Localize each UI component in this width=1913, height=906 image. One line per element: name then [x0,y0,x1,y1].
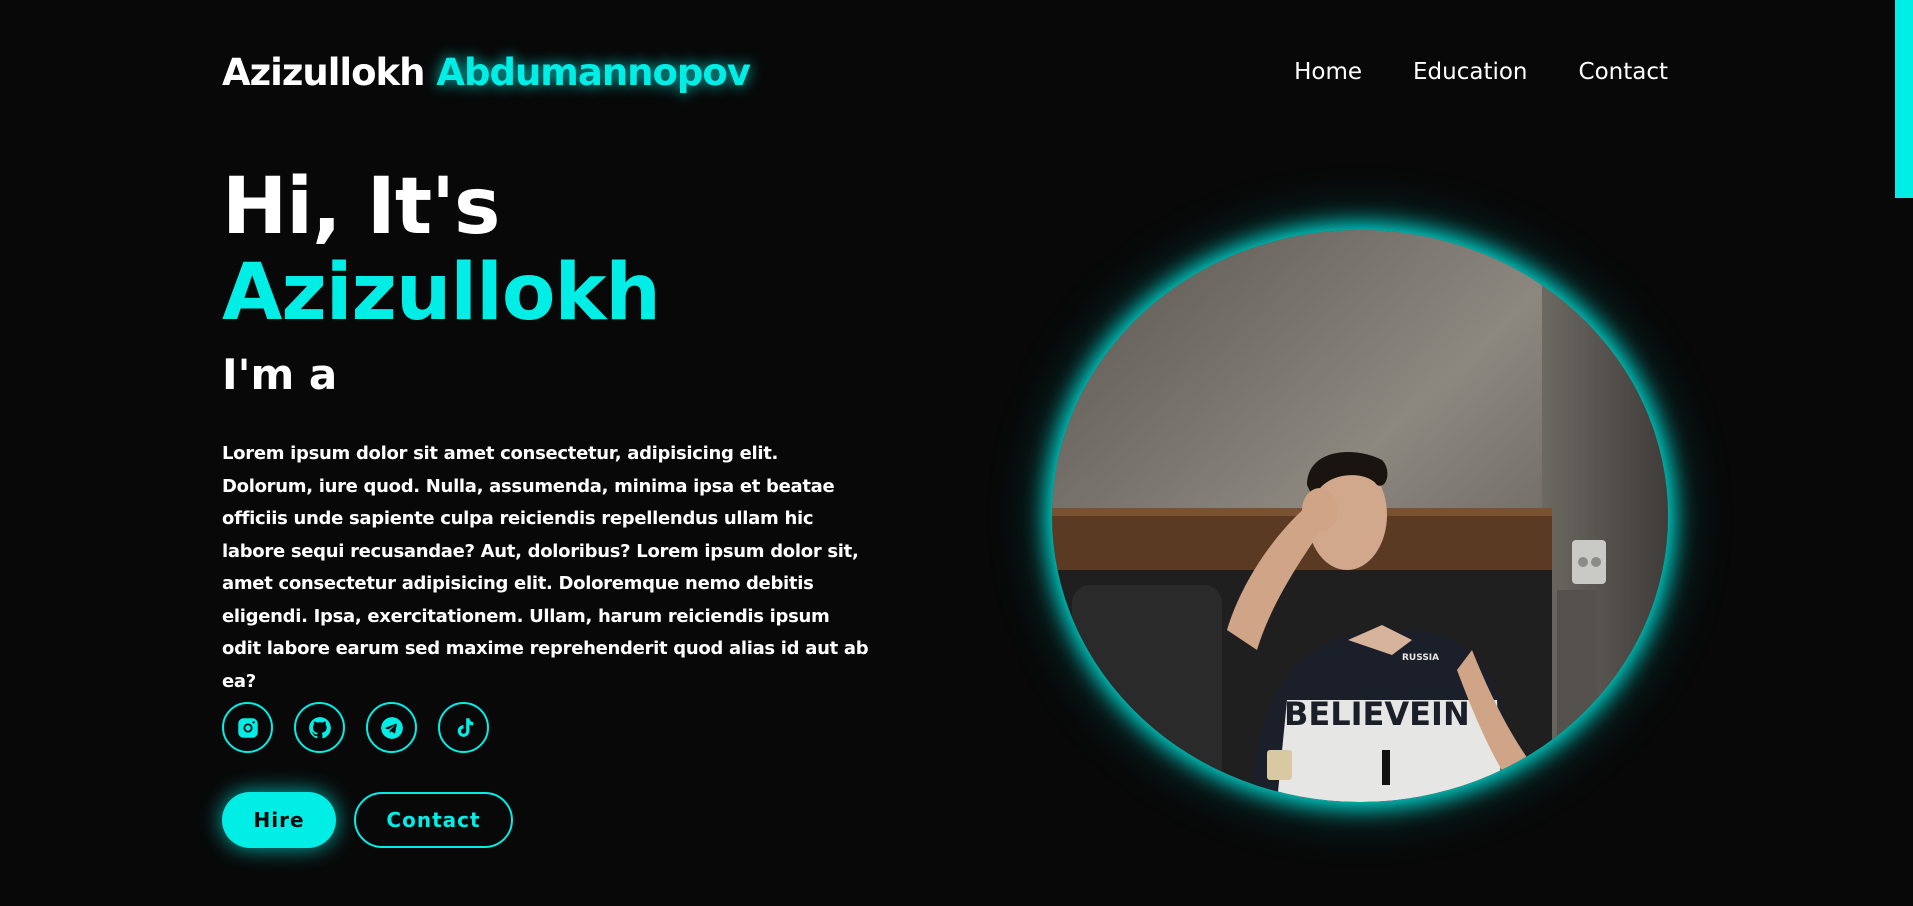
main-nav: Home Education Contact [1294,59,1668,85]
telegram-link[interactable] [366,702,417,753]
hero-name: Azizullokh [222,248,661,338]
nav-home[interactable]: Home [1294,59,1362,85]
shirt-badge: RUSSIA [1402,653,1439,663]
hire-button[interactable]: Hire [222,792,336,848]
logo-last-name: Abdumannopov [436,50,751,94]
hero-buttons: Hire Contact [222,792,513,848]
site-logo[interactable]: Azizullokh Abdumannopov [222,50,751,94]
instagram-link[interactable] [222,702,273,753]
nav-education[interactable]: Education [1413,59,1528,85]
tiktok-icon [457,717,473,737]
logo-first-name: Azizullokh [222,50,425,94]
tiktok-link[interactable] [438,702,489,753]
hero-text: Hi, It's Azizullokh I'm a Lorem ipsum do… [222,164,872,716]
profile-photo-illustration: BELIEVEIN RUSSIA [1052,230,1668,802]
hero-role: I'm a [222,350,338,399]
telegram-icon [380,716,403,739]
nav-contact[interactable]: Contact [1579,59,1668,85]
scrollbar-thumb[interactable] [1895,0,1913,198]
contact-button[interactable]: Contact [354,792,513,848]
hero-description: Lorem ipsum dolor sit amet consectetur, … [222,443,869,692]
shirt-text: BELIEVEIN [1284,695,1470,733]
instagram-icon [237,717,258,738]
social-links [222,702,489,753]
profile-photo: BELIEVEIN RUSSIA [1052,230,1668,802]
site-header: Azizullokh Abdumannopov Home Education C… [222,44,1668,100]
github-link[interactable] [294,702,345,753]
hero-greeting: Hi, It's [222,162,500,252]
github-icon [308,716,331,738]
